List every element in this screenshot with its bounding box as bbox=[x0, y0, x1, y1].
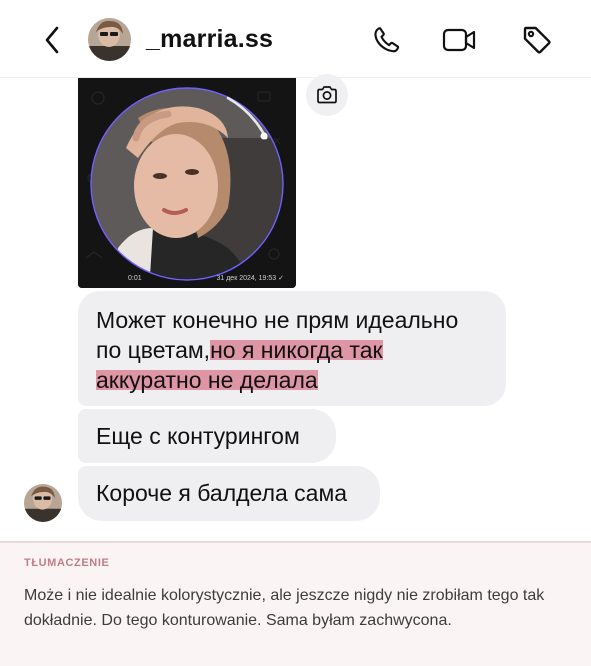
phone-icon[interactable] bbox=[369, 22, 405, 58]
tag-icon[interactable] bbox=[519, 22, 555, 58]
message-bubble[interactable]: Может конечно не прям идеально по цветам… bbox=[78, 291, 506, 406]
camera-icon[interactable] bbox=[306, 74, 348, 116]
avatar[interactable] bbox=[88, 18, 131, 61]
message-bubble[interactable]: Короче я балдела сама bbox=[78, 466, 380, 521]
message-bubble[interactable]: Еще с контурингом bbox=[78, 409, 336, 463]
translation-panel: TŁUMACZENIE Może i nie idealnie koloryst… bbox=[0, 541, 591, 666]
video-duration: 0:01 bbox=[128, 275, 142, 282]
username[interactable]: _marria.ss bbox=[146, 25, 273, 54]
sender-avatar[interactable] bbox=[24, 484, 62, 522]
video-call-icon[interactable] bbox=[441, 22, 477, 58]
translation-text: Może i nie idealnie kolorystycznie, ale … bbox=[24, 587, 545, 629]
video-thumbnail bbox=[78, 78, 296, 288]
message-text: Еще с контурингом bbox=[96, 423, 300, 449]
video-timestamp: 31 дек 2024, 19:53 ✓ bbox=[216, 275, 284, 282]
message-text: Короче я балдела сама bbox=[96, 480, 348, 506]
video-message[interactable]: 0:01 31 дек 2024, 19:53 ✓ bbox=[78, 78, 296, 288]
back-chevron-icon[interactable] bbox=[36, 22, 68, 58]
chat-header: _marria.ss bbox=[0, 0, 591, 78]
translation-title: TŁUMACZENIE bbox=[24, 557, 110, 569]
